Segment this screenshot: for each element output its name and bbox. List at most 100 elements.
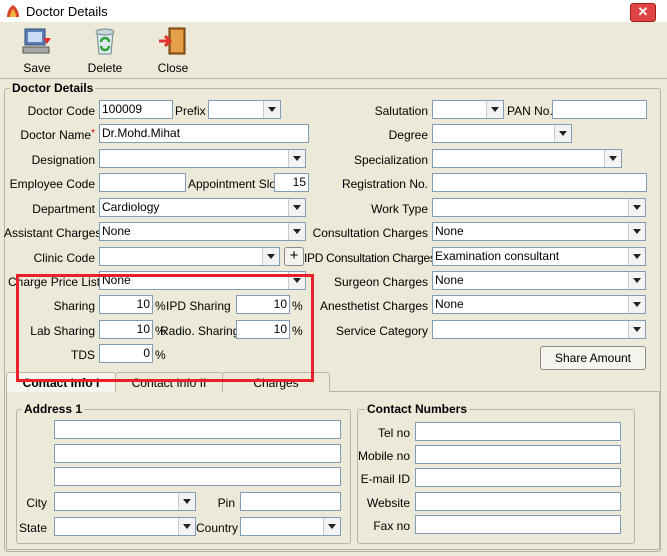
chevron-down-icon[interactable] xyxy=(323,518,340,535)
designation-label: Designation xyxy=(31,153,95,167)
anesthetist-charges-label: Anesthetist Charges xyxy=(319,299,428,313)
chevron-down-icon[interactable] xyxy=(604,150,621,167)
specialization-select[interactable] xyxy=(432,149,622,168)
highlight-box xyxy=(16,274,314,382)
address-line-3-input[interactable] xyxy=(54,467,341,486)
surgeon-charges-value: None xyxy=(435,273,464,287)
mobile-no-input[interactable] xyxy=(415,445,621,464)
chevron-down-icon[interactable] xyxy=(178,518,195,535)
state-select[interactable] xyxy=(54,517,196,536)
chevron-down-icon[interactable] xyxy=(288,223,305,240)
service-category-label: Service Category xyxy=(335,324,428,338)
doctor-name-label-text: Doctor Name xyxy=(20,128,92,142)
appointment-slot-label: Appointment Slot xyxy=(188,177,280,191)
add-clinic-button[interactable]: + xyxy=(284,247,304,266)
clinic-code-select[interactable] xyxy=(99,247,280,266)
email-input[interactable] xyxy=(415,468,621,487)
title-bar: Doctor Details ✕ xyxy=(0,0,667,23)
prefix-select[interactable] xyxy=(208,100,281,119)
close-label: Close xyxy=(157,61,189,75)
required-mark: * xyxy=(91,128,95,139)
ipd-consultation-charges-value: Examination consultant xyxy=(435,249,560,263)
ipd-consultation-charges-select[interactable]: Examination consultant xyxy=(432,247,646,266)
chevron-down-icon[interactable] xyxy=(288,150,305,167)
pin-input[interactable] xyxy=(240,492,341,511)
share-amount-button[interactable]: Share Amount xyxy=(540,346,646,370)
specialization-label: Specialization xyxy=(353,153,428,167)
work-type-select[interactable] xyxy=(432,198,646,217)
chevron-down-icon[interactable] xyxy=(263,101,280,118)
department-select[interactable]: Cardiology xyxy=(99,198,306,217)
address-title: Address 1 xyxy=(22,402,85,416)
assistant-charges-select[interactable]: None xyxy=(99,222,306,241)
delete-button[interactable]: Delete xyxy=(82,26,128,76)
surgeon-charges-label: Surgeon Charges xyxy=(333,275,428,289)
country-select[interactable] xyxy=(240,517,341,536)
chevron-down-icon[interactable] xyxy=(628,321,645,338)
toolbar: Save Delete Close xyxy=(0,22,667,79)
degree-label: Degree xyxy=(388,128,428,142)
work-type-label: Work Type xyxy=(371,202,428,216)
website-label: Website xyxy=(366,496,410,510)
fax-no-input[interactable] xyxy=(415,515,621,534)
save-button[interactable]: Save xyxy=(14,26,60,76)
tel-no-input[interactable] xyxy=(415,422,621,441)
appointment-slot-input[interactable]: 15 xyxy=(274,173,309,192)
email-label: E-mail ID xyxy=(360,472,410,486)
address-line-2-input[interactable] xyxy=(54,444,341,463)
consultation-charges-label: Consultation Charges xyxy=(312,226,428,240)
ipd-consultation-charges-label: IPD Consultation Charges xyxy=(304,251,436,265)
chevron-down-icon[interactable] xyxy=(628,248,645,265)
chevron-down-icon[interactable] xyxy=(554,125,571,142)
chevron-down-icon[interactable] xyxy=(262,248,279,265)
anesthetist-charges-value: None xyxy=(435,297,464,311)
employee-code-label: Employee Code xyxy=(9,177,95,191)
chevron-down-icon[interactable] xyxy=(628,223,645,240)
salutation-label: Salutation xyxy=(374,104,428,118)
degree-select[interactable] xyxy=(432,124,572,143)
registration-no-input[interactable] xyxy=(432,173,647,192)
employee-code-input[interactable] xyxy=(99,173,186,192)
close-button[interactable]: Close xyxy=(150,26,196,76)
window-close-button[interactable]: ✕ xyxy=(630,3,656,22)
state-label: State xyxy=(18,521,47,535)
assistant-charges-value: None xyxy=(102,224,131,238)
chevron-down-icon[interactable] xyxy=(178,493,195,510)
save-label: Save xyxy=(23,61,51,75)
country-label: Country xyxy=(196,521,239,535)
contact-numbers-title: Contact Numbers xyxy=(365,402,470,416)
chevron-down-icon[interactable] xyxy=(628,199,645,216)
consultation-charges-value: None xyxy=(435,224,464,238)
doctor-name-label: Doctor Name* xyxy=(8,128,95,142)
chevron-down-icon[interactable] xyxy=(628,296,645,313)
save-computer-icon xyxy=(22,28,51,54)
exit-door-icon xyxy=(159,27,186,55)
website-input[interactable] xyxy=(415,492,621,511)
city-label: City xyxy=(26,496,47,510)
pan-no-input[interactable] xyxy=(552,100,647,119)
assistant-charges-label: Assistant Charges xyxy=(4,226,102,240)
department-label: Department xyxy=(32,202,95,216)
prefix-label: Prefix xyxy=(175,104,206,118)
pan-no-label: PAN No. xyxy=(507,104,553,118)
address-line-1-input[interactable] xyxy=(54,420,341,439)
designation-select[interactable] xyxy=(99,149,306,168)
app-icon xyxy=(7,5,19,17)
anesthetist-charges-select[interactable]: None xyxy=(432,295,646,314)
window-title: Doctor Details xyxy=(26,4,108,19)
doctor-details-title: Doctor Details xyxy=(10,81,96,95)
doctor-code-input[interactable]: 100009 xyxy=(99,100,173,119)
fax-no-label: Fax no xyxy=(373,519,410,533)
chevron-down-icon[interactable] xyxy=(628,272,645,289)
chevron-down-icon[interactable] xyxy=(486,101,503,118)
clinic-code-label: Clinic Code xyxy=(33,251,95,265)
surgeon-charges-select[interactable]: None xyxy=(432,271,646,290)
registration-no-label: Registration No. xyxy=(341,177,428,191)
city-select[interactable] xyxy=(54,492,196,511)
salutation-select[interactable] xyxy=(432,100,504,119)
pin-label: Pin xyxy=(217,496,235,510)
chevron-down-icon[interactable] xyxy=(288,199,305,216)
consultation-charges-select[interactable]: None xyxy=(432,222,646,241)
doctor-name-input[interactable]: Dr.Mohd.Mihat xyxy=(99,124,309,143)
service-category-select[interactable] xyxy=(432,320,646,339)
